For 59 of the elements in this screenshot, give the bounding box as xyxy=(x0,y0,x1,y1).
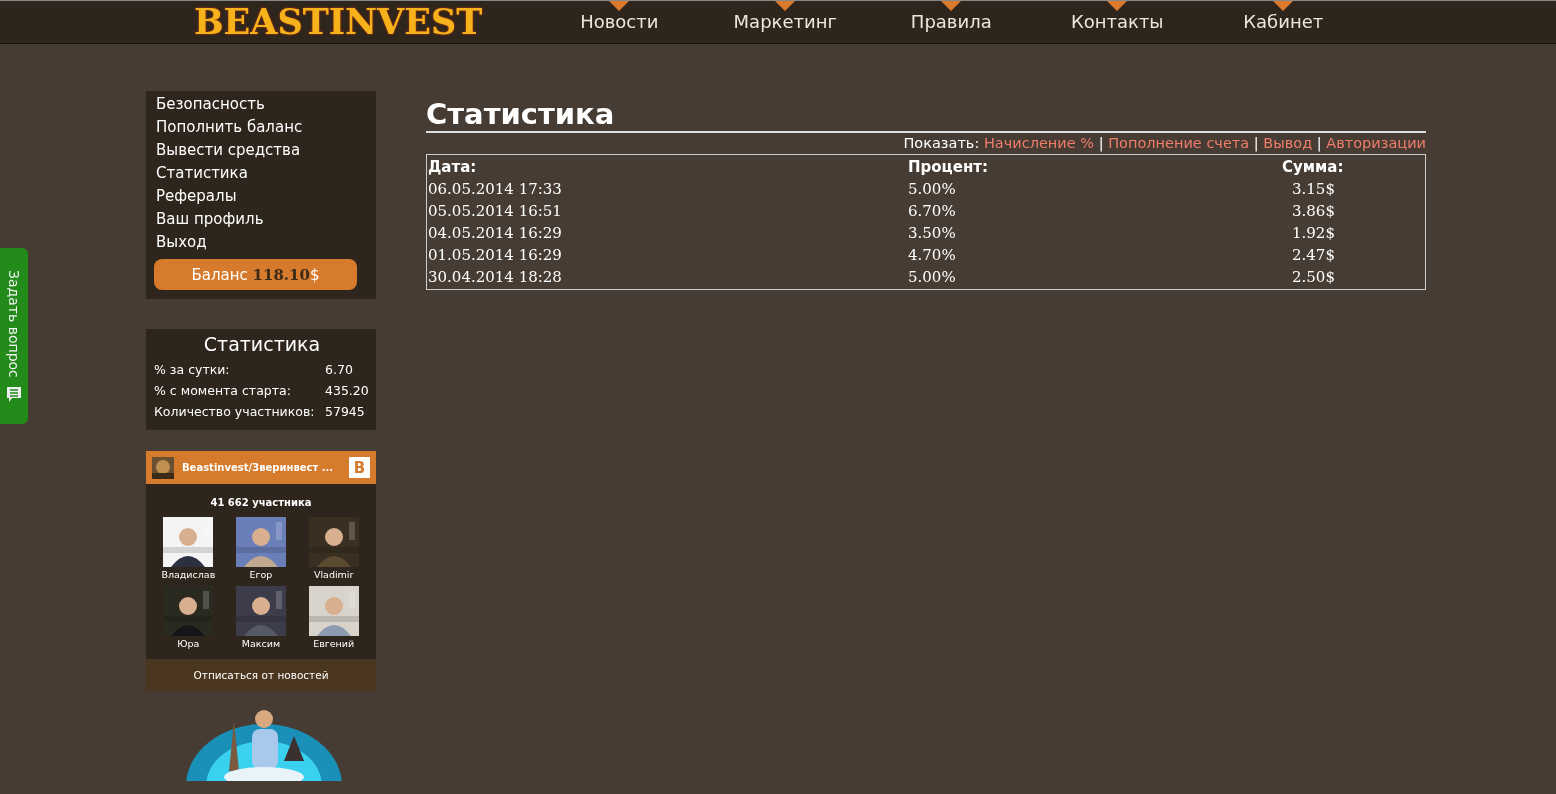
nav-link[interactable]: Правила xyxy=(868,1,1035,43)
separator: | xyxy=(1098,135,1104,151)
menu-link[interactable]: Рефералы xyxy=(156,185,368,208)
nav-link[interactable]: Контакты xyxy=(1034,1,1201,43)
nav-link[interactable]: Новости xyxy=(536,1,703,43)
table-cell-text: 2.50$ xyxy=(1291,267,1335,288)
table-cell-text: 1.92$ xyxy=(1291,223,1335,244)
table-cell-text: 5.00% xyxy=(908,179,957,200)
table-cell-text: 3.86$ xyxy=(1291,201,1335,222)
table-cell-text: 6.70% xyxy=(908,201,957,222)
table-cell-text: 05.05.2014 16:51 xyxy=(428,201,563,222)
stat-value: 435.20 xyxy=(325,382,370,400)
unsubscribe-link[interactable]: Отписаться от новостей xyxy=(146,659,376,691)
nav-link[interactable]: Маркетинг xyxy=(702,1,869,43)
table-cell-text: 2.47$ xyxy=(1291,245,1335,266)
site-logo[interactable]: BEASTINVEST xyxy=(190,1,487,43)
menu-link[interactable]: Статистика xyxy=(156,162,368,185)
table-cell-text: 01.05.2014 16:29 xyxy=(428,245,563,266)
table-cell-text: 06.05.2014 17:33 xyxy=(428,179,563,200)
table-cell-text: 4.70% xyxy=(908,245,957,266)
page-title: Статистика xyxy=(426,97,616,131)
stat-label: % с момента старта: xyxy=(154,382,291,400)
menu-link[interactable]: Вывести средства xyxy=(156,139,368,162)
table-cell-text: 30.04.2014 18:28 xyxy=(428,267,563,288)
member-name[interactable]: Vladimir xyxy=(313,569,354,580)
stat-value: 6.70 xyxy=(325,361,354,379)
separator: | xyxy=(1316,135,1322,151)
menu-link[interactable]: Безопасность xyxy=(156,93,368,116)
filter-label: Показать: xyxy=(903,135,980,151)
tab-label: Задать вопрос xyxy=(6,270,22,378)
table-cell-text: 5.00% xyxy=(908,267,957,288)
member-name[interactable]: Егор xyxy=(249,569,273,580)
column-header: Процент: xyxy=(908,157,989,178)
filter-link[interactable]: Авторизации xyxy=(1326,135,1426,151)
column-header: Дата: xyxy=(428,157,478,178)
filter-link[interactable]: Пополнение счета xyxy=(1108,135,1250,151)
table-cell-text: 04.05.2014 16:29 xyxy=(428,223,563,244)
table-cell-text: 3.15$ xyxy=(1291,179,1335,200)
menu-link[interactable]: Пополнить баланс xyxy=(156,116,368,139)
chat-icon xyxy=(6,385,22,403)
separator: | xyxy=(1253,135,1259,151)
filter-link[interactable]: Вывод xyxy=(1263,135,1313,151)
member-name[interactable]: Владислав xyxy=(161,569,216,580)
stat-label: % за сутки: xyxy=(154,361,230,379)
nav-link[interactable]: Кабинет xyxy=(1200,1,1367,43)
member-name[interactable]: Максим xyxy=(241,638,281,649)
menu-link[interactable]: Ваш профиль xyxy=(156,208,368,231)
stat-value: 57945 xyxy=(325,403,366,421)
stat-label: Количество участников: xyxy=(154,403,315,421)
member-name[interactable]: Юра xyxy=(177,638,200,649)
filter-link[interactable]: Начисление % xyxy=(983,135,1095,151)
member-name[interactable]: Евгений xyxy=(313,638,355,649)
ask-question-tab[interactable]: Задать вопрос xyxy=(0,248,28,424)
panel-title: Статистика xyxy=(202,333,322,355)
column-header: Сумма: xyxy=(1281,157,1344,178)
table-cell-text: 3.50% xyxy=(908,223,957,244)
menu-link[interactable]: Выход xyxy=(156,231,368,254)
balance-button[interactable]: Баланс 118.10$ xyxy=(154,259,357,290)
member-count: 41 662 участника xyxy=(209,496,313,510)
